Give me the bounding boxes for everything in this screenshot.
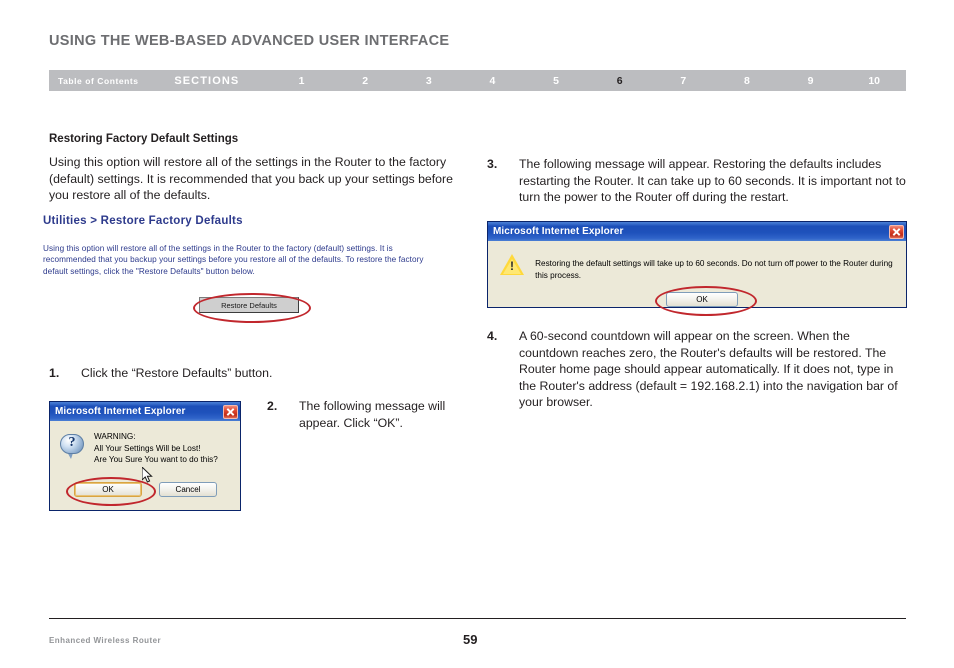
warning-dialog-title: Microsoft Internet Explorer xyxy=(55,406,186,417)
warning-message-line-3: Are You Sure You want to do this? xyxy=(94,455,218,464)
step-3: 3. The following message will appear. Re… xyxy=(487,156,907,206)
warning-dialog-message: WARNING: All Your Settings Will be Lost!… xyxy=(94,431,218,466)
nav-sections-label: SECTIONS xyxy=(174,74,240,87)
restore-defaults-button[interactable]: Restore Defaults xyxy=(199,297,299,314)
restoring-ok-button[interactable]: OK xyxy=(666,292,738,307)
section-nav-bar[interactable]: Table of Contents SECTIONS 1 2 3 4 5 6 7… xyxy=(49,70,906,91)
warning-message-line-1: WARNING: xyxy=(94,432,136,441)
warning-dialog-body: ? WARNING: All Your Settings Will be Los… xyxy=(50,421,240,510)
warning-message-line-2: All Your Settings Will be Lost! xyxy=(94,443,201,453)
nav-section-2[interactable]: 2 xyxy=(333,75,397,87)
step-2-text: The following message will appear. Click… xyxy=(299,399,446,430)
footer-product-name: Enhanced Wireless Router xyxy=(49,636,162,645)
footer-divider xyxy=(49,618,906,619)
nav-section-3[interactable]: 3 xyxy=(397,75,461,87)
mouse-cursor-icon xyxy=(142,466,153,483)
warning-ok-button[interactable]: OK xyxy=(74,481,142,497)
section-intro-paragraph: Using this option will restore all of th… xyxy=(49,155,453,203)
close-icon[interactable] xyxy=(223,404,238,419)
step-3-text: The following message will appear. Resto… xyxy=(519,157,906,205)
step-3-number: 3. xyxy=(487,157,498,171)
step-1: 1. Click the “Restore Defaults” button. xyxy=(49,365,454,382)
left-column-intro: Restoring Factory Default Settings Using… xyxy=(49,133,454,204)
nav-section-4[interactable]: 4 xyxy=(461,75,525,87)
close-icon[interactable] xyxy=(889,224,904,239)
question-bubble-icon: ? xyxy=(60,434,86,460)
step-2-number: 2. xyxy=(267,399,278,413)
step-1-text: Click the “Restore Defaults” button. xyxy=(81,366,273,380)
restoring-dialog-titlebar[interactable]: Microsoft Internet Explorer xyxy=(488,222,906,241)
restoring-dialog-message: Restoring the default settings will take… xyxy=(535,259,893,280)
nav-section-9[interactable]: 9 xyxy=(779,75,843,87)
page-title: USING THE WEB-BASED ADVANCED USER INTERF… xyxy=(49,33,450,49)
nav-section-1[interactable]: 1 xyxy=(270,75,334,87)
step-1-number: 1. xyxy=(49,366,60,380)
restoring-dialog-body: ! Restoring the default settings will ta… xyxy=(488,241,906,316)
restoring-dialog-title: Microsoft Internet Explorer xyxy=(493,226,624,237)
restoring-dialog[interactable]: Microsoft Internet Explorer ! Restoring … xyxy=(487,221,907,316)
step-4-number: 4. xyxy=(487,329,498,343)
warning-dialog[interactable]: Microsoft Internet Explorer ? WARNING: A… xyxy=(49,401,241,511)
nav-section-8[interactable]: 8 xyxy=(715,75,779,87)
step-2: 2. The following message will appear. Cl… xyxy=(267,398,467,431)
section-heading: Restoring Factory Default Settings xyxy=(49,133,239,145)
warning-cancel-button[interactable]: Cancel xyxy=(159,481,217,497)
router-ui-screenshot: Utilities > Restore Factory Defaults Usi… xyxy=(43,215,463,324)
nav-section-5[interactable]: 5 xyxy=(524,75,588,87)
router-ui-heading: Utilities > Restore Factory Defaults xyxy=(43,215,243,227)
footer-page-number: 59 xyxy=(463,632,478,647)
nav-section-10[interactable]: 10 xyxy=(842,75,906,87)
warning-dialog-titlebar[interactable]: Microsoft Internet Explorer xyxy=(50,402,240,421)
step-4: 4. A 60-second countdown will appear on … xyxy=(487,328,907,411)
nav-table-of-contents[interactable]: Table of Contents xyxy=(49,76,174,86)
page-header: USING THE WEB-BASED ADVANCED USER INTERF… xyxy=(49,33,909,49)
nav-section-6[interactable]: 6 xyxy=(588,75,652,87)
warning-triangle-icon: ! xyxy=(500,253,524,277)
router-ui-button-area: Restore Defaults xyxy=(43,293,463,324)
router-ui-description: Using this option will restore all of th… xyxy=(43,244,424,276)
nav-section-7[interactable]: 7 xyxy=(652,75,716,87)
step-4-text: A 60-second countdown will appear on the… xyxy=(519,329,898,410)
manual-page: USING THE WEB-BASED ADVANCED USER INTERF… xyxy=(0,0,954,668)
